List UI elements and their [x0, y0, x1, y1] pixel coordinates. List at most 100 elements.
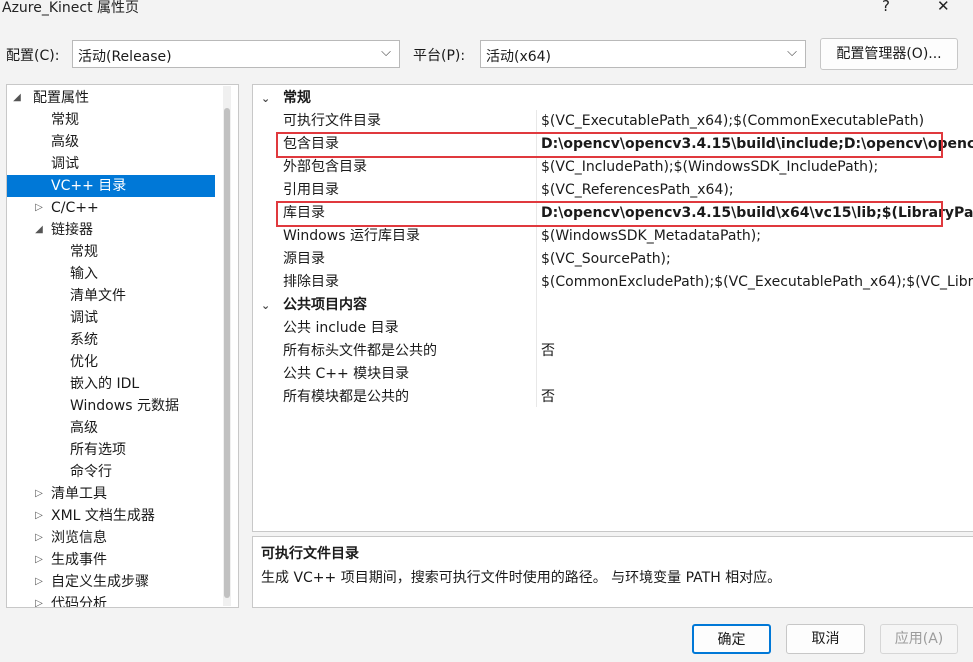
property-name: 公共 include 目录	[283, 320, 399, 336]
property-name: 公共项目内容	[283, 297, 367, 313]
tree-item-label: VC++ 目录	[51, 178, 127, 194]
tree-item-label: C/C++	[51, 200, 99, 216]
tree-item[interactable]: 嵌入的 IDL	[7, 373, 215, 395]
ok-button[interactable]: 确定	[692, 624, 771, 654]
tree-item[interactable]: ▷ C/C++	[7, 197, 215, 219]
property-name: 源目录	[283, 251, 325, 267]
property-value[interactable]: $(VC_SourcePath);	[541, 248, 671, 271]
property-value[interactable]: $(CommonExcludePath);$(VC_ExecutablePath…	[541, 271, 973, 294]
property-name: 库目录	[283, 205, 325, 221]
title-bar: Azure_Kinect 属性页 ? ✕	[0, 0, 973, 22]
property-value[interactable]: 否	[541, 386, 555, 409]
grid-row[interactable]: 排除目录 $(CommonExcludePath);$(VC_Executable…	[253, 271, 973, 294]
chevron-down-icon[interactable]: ⌄	[261, 294, 270, 317]
tree-item[interactable]: 清单文件	[7, 285, 215, 307]
tree-item-label: 配置属性	[33, 90, 89, 106]
collapsed-icon[interactable]: ▷	[33, 505, 45, 527]
collapsed-icon[interactable]: ▷	[33, 549, 45, 571]
grid-row[interactable]: 可执行文件目录 $(VC_ExecutablePath_x64);$(Common…	[253, 110, 973, 133]
tree-item[interactable]: 系统	[7, 329, 215, 351]
property-name: 排除目录	[283, 274, 339, 290]
tree-item[interactable]: VC++ 目录	[7, 175, 215, 197]
tree-item-label: 优化	[70, 354, 98, 370]
property-value[interactable]: $(VC_ReferencesPath_x64);	[541, 179, 734, 202]
tree-item[interactable]: ▷ XML 文档生成器	[7, 505, 215, 527]
tree-item[interactable]: 输入	[7, 263, 215, 285]
help-button[interactable]: ?	[882, 0, 890, 15]
apply-button[interactable]: 应用(A)	[880, 624, 958, 654]
tree-item[interactable]: ▷ 代码分析	[7, 593, 215, 607]
platform-label: 平台(P):	[413, 48, 466, 64]
tree-item[interactable]: 命令行	[7, 461, 215, 483]
property-value[interactable]: $(VC_ExecutablePath_x64);$(CommonExecuta…	[541, 110, 924, 133]
property-value[interactable]: 否	[541, 340, 555, 363]
grid-category[interactable]: ⌄ 公共项目内容	[253, 294, 973, 317]
collapsed-icon[interactable]: ▷	[33, 197, 45, 219]
tree-item-label: 常规	[51, 112, 79, 128]
grid-row[interactable]: 库目录 D:\opencv\opencv3.4.15\build\x64\vc15…	[253, 202, 973, 225]
tree-item-label: 系统	[70, 332, 98, 348]
property-name: 所有标头文件都是公共的	[283, 343, 437, 359]
tree-item[interactable]: 高级	[7, 417, 215, 439]
grid-row[interactable]: 源目录 $(VC_SourcePath);	[253, 248, 973, 271]
grid-row[interactable]: 引用目录 $(VC_ReferencesPath_x64);	[253, 179, 973, 202]
collapsed-icon[interactable]: ▷	[33, 483, 45, 505]
tree-item[interactable]: 常规	[7, 241, 215, 263]
grid-row[interactable]: Windows 运行库目录 $(WindowsSDK_MetadataPath);	[253, 225, 973, 248]
tree-item[interactable]: Windows 元数据	[7, 395, 215, 417]
grid-row[interactable]: 所有模块都是公共的 否	[253, 386, 973, 409]
tree-item[interactable]: ◢ 配置属性	[7, 87, 215, 109]
chevron-down-icon[interactable]: ⌄	[261, 87, 270, 110]
tree-item-label: 命令行	[70, 464, 112, 480]
tree-item[interactable]: ▷ 生成事件	[7, 549, 215, 571]
tree-item-label: 生成事件	[51, 552, 107, 568]
property-name: 可执行文件目录	[283, 113, 381, 129]
expanded-icon[interactable]: ◢	[33, 219, 45, 241]
grid-row[interactable]: 公共 include 目录	[253, 317, 973, 340]
description-title: 可执行文件目录	[261, 546, 359, 562]
cancel-button[interactable]: 取消	[786, 624, 865, 654]
property-value[interactable]: D:\opencv\opencv3.4.15\build\x64\vc15\li…	[541, 202, 973, 225]
grid-row[interactable]: 外部包含目录 $(VC_IncludePath);$(WindowsSDK_Inc…	[253, 156, 973, 179]
tree-item[interactable]: 所有选项	[7, 439, 215, 461]
platform-dropdown[interactable]: 活动(x64) ⌵	[480, 40, 806, 68]
tree-item-label: 调试	[70, 310, 98, 326]
tree-item-label: 高级	[70, 420, 98, 436]
grid-row[interactable]: 所有标头文件都是公共的 否	[253, 340, 973, 363]
description-panel: 可执行文件目录 生成 VC++ 项目期间，搜索可执行文件时使用的路径。 与环境变…	[252, 536, 973, 608]
close-button[interactable]: ✕	[937, 0, 950, 15]
tree-item-label: 常规	[70, 244, 98, 260]
property-tree[interactable]: ◢ 配置属性 常规 高级 调试 VC++ 目录 ▷ C/C++ ◢ 链接器 常规 输入 清单文件 调试 系统…	[6, 84, 239, 608]
property-name: 包含目录	[283, 136, 339, 152]
tree-item-label: 调试	[51, 156, 79, 172]
config-dropdown[interactable]: 活动(Release) ⌵	[72, 40, 400, 68]
tree-item[interactable]: 优化	[7, 351, 215, 373]
grid-category[interactable]: ⌄ 常规	[253, 87, 973, 110]
config-label: 配置(C):	[6, 48, 60, 64]
tree-item[interactable]: 调试	[7, 153, 215, 175]
tree-scrollbar-thumb[interactable]	[224, 108, 230, 598]
tree-item[interactable]: ▷ 清单工具	[7, 483, 215, 505]
tree-item[interactable]: ▷ 自定义生成步骤	[7, 571, 215, 593]
expanded-icon[interactable]: ◢	[11, 87, 23, 109]
tree-item[interactable]: 调试	[7, 307, 215, 329]
tree-item-label: 浏览信息	[51, 530, 107, 546]
property-value[interactable]: D:\opencv\opencv3.4.15\build\include;D:\…	[541, 133, 973, 156]
tree-item[interactable]: 常规	[7, 109, 215, 131]
property-value[interactable]: $(WindowsSDK_MetadataPath);	[541, 225, 761, 248]
property-value[interactable]: $(VC_IncludePath);$(WindowsSDK_IncludePa…	[541, 156, 878, 179]
tree-item[interactable]: ◢ 链接器	[7, 219, 215, 241]
collapsed-icon[interactable]: ▷	[33, 527, 45, 549]
grid-row[interactable]: 包含目录 D:\opencv\opencv3.4.15\build\include…	[253, 133, 973, 156]
collapsed-icon[interactable]: ▷	[33, 571, 45, 593]
tree-item-label: 清单工具	[51, 486, 107, 502]
tree-item[interactable]: 高级	[7, 131, 215, 153]
collapsed-icon[interactable]: ▷	[33, 593, 45, 607]
tree-item-label: 清单文件	[70, 288, 126, 304]
property-grid[interactable]: ⌄ 常规可执行文件目录 $(VC_ExecutablePath_x64);$(Com…	[252, 84, 973, 532]
tree-item-label: XML 文档生成器	[51, 508, 155, 524]
tree-item[interactable]: ▷ 浏览信息	[7, 527, 215, 549]
grid-row[interactable]: 公共 C++ 模块目录	[253, 363, 973, 386]
tree-item-label: 链接器	[51, 222, 93, 238]
config-manager-button[interactable]: 配置管理器(O)...	[820, 38, 958, 70]
